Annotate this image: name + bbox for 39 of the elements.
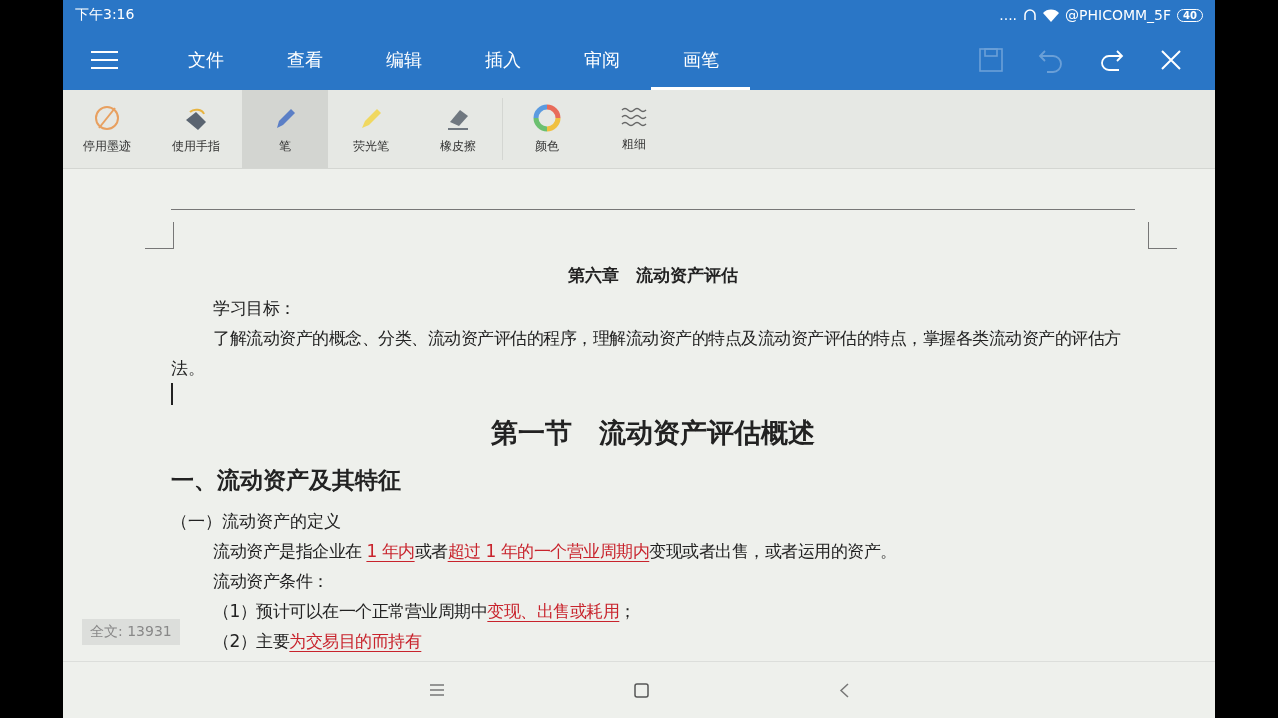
- network-name: @PHICOMM_5F: [1065, 7, 1172, 23]
- page-corner-mark: [1148, 222, 1177, 249]
- status-dots: ....: [999, 7, 1018, 23]
- text-cursor: [171, 383, 173, 405]
- color-ring-icon: [533, 103, 561, 132]
- home-icon[interactable]: [633, 682, 649, 698]
- menu-tab[interactable]: 编辑: [354, 30, 453, 90]
- undo-icon: [1037, 47, 1065, 73]
- headset-icon: [1023, 8, 1038, 22]
- document-paragraph: （2）主要为交易目的而持有: [212, 630, 423, 653]
- tool-button[interactable]: 笔: [242, 90, 328, 168]
- back-icon[interactable]: [838, 682, 849, 698]
- document-paragraph: 第六章 流动资产评估: [567, 264, 739, 287]
- document-paragraph: 流动资产是指企业在 1 年内或者超过 1 年的一个营业周期内变现或者出售，或者运用的资产。: [212, 540, 898, 563]
- tool-button[interactable]: 颜色: [503, 90, 591, 168]
- tool-button[interactable]: 橡皮擦: [414, 90, 502, 168]
- document-paragraph: （1）预计可以在一个正常营业周期中变现、出售或耗用；: [212, 600, 637, 623]
- prohibited-circle-icon: [92, 103, 121, 132]
- document-paragraph: 学习目标：: [212, 297, 297, 320]
- status-time: 下午3:16: [75, 6, 135, 24]
- document-paragraph: 了解流动资产的概念、分类、流动资产评估的程序，理解流动资产的特点及流动资产评估的特点，掌握各类流动资产的评估方法。: [171, 327, 1122, 380]
- document-paragraph: （一）流动资产的定义: [171, 510, 342, 533]
- menu-tab[interactable]: 审阅: [552, 30, 651, 90]
- document-paragraph: 流动资产条件：: [212, 570, 330, 593]
- page-corner-mark: [145, 222, 174, 249]
- tool-button[interactable]: 使用手指: [150, 90, 242, 168]
- wifi-icon: [1043, 8, 1060, 22]
- menu-icon[interactable]: [429, 684, 444, 696]
- close-icon: [1160, 49, 1182, 71]
- tool-button[interactable]: 停用墨迹: [63, 90, 150, 168]
- save-icon: [978, 47, 1004, 73]
- word-count: 全文: 13931: [82, 619, 180, 645]
- document-paragraph: 第一节 流动资产评估概述: [490, 416, 816, 450]
- tool-button[interactable]: 荧光笔: [328, 90, 414, 168]
- document-paragraph: 一、流动资产及其特征: [171, 466, 402, 495]
- menu-tab[interactable]: 插入: [453, 30, 552, 90]
- menu-tab[interactable]: 文件: [156, 30, 255, 90]
- menu-tab[interactable]: 查看: [255, 30, 354, 90]
- tool-button[interactable]: 粗细: [591, 90, 677, 168]
